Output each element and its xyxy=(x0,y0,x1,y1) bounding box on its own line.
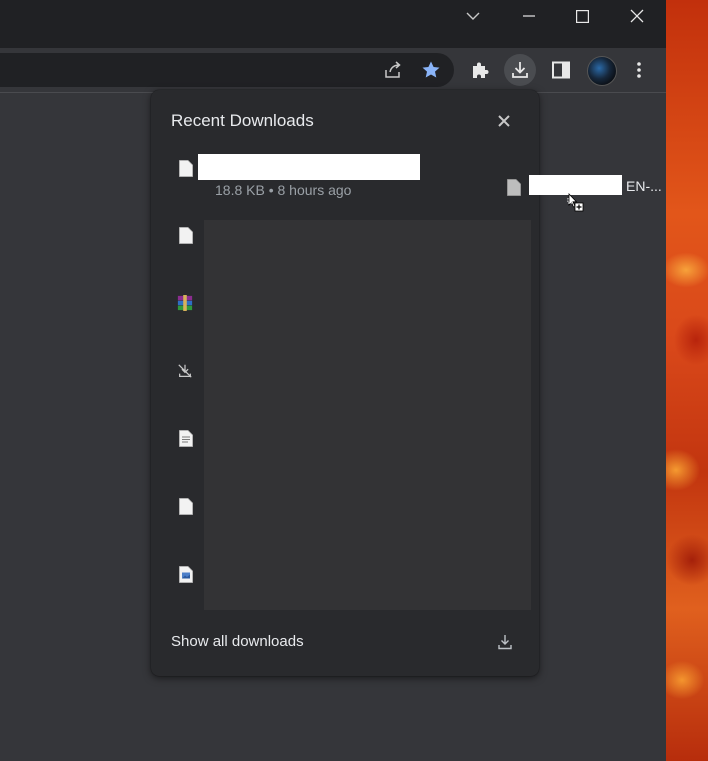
side-panel-button[interactable] xyxy=(545,54,577,86)
document-icon xyxy=(178,159,194,177)
bookmark-star-icon xyxy=(422,61,440,78)
maximize-icon xyxy=(575,9,589,23)
bookmark-button[interactable] xyxy=(415,54,447,86)
download-icon xyxy=(498,635,512,650)
tab-search-button[interactable] xyxy=(450,0,496,32)
document-icon xyxy=(506,178,522,196)
browser-window: Recent Downloads 18.8 KB • 8 hours ago S… xyxy=(0,0,667,761)
chevron-down-icon xyxy=(466,12,480,20)
redacted-download-list xyxy=(204,220,531,610)
toolbar xyxy=(0,48,666,93)
close-icon xyxy=(630,9,644,23)
title-bar xyxy=(0,0,666,48)
maximize-button[interactable] xyxy=(559,0,605,32)
copy-cursor-icon xyxy=(567,193,584,212)
profile-avatar[interactable] xyxy=(587,56,617,86)
chrome-menu-button[interactable] xyxy=(623,54,655,86)
redacted-filename xyxy=(529,175,622,195)
share-button[interactable] xyxy=(377,54,409,86)
download-meta: 18.8 KB • 8 hours ago xyxy=(215,182,352,198)
bubble-title: Recent Downloads xyxy=(171,111,314,130)
drag-ghost: EN-... xyxy=(506,175,666,199)
side-panel-icon xyxy=(552,61,570,79)
redacted-filename xyxy=(198,154,420,180)
extensions-icon xyxy=(473,62,489,78)
open-downloads-button[interactable] xyxy=(495,632,515,652)
text-document-icon[interactable] xyxy=(178,429,194,447)
drag-filename-suffix: EN-... xyxy=(626,178,662,194)
downloads-bubble: Recent Downloads 18.8 KB • 8 hours ago S… xyxy=(151,90,539,676)
blocked-download-icon[interactable] xyxy=(177,362,193,380)
show-all-downloads-link[interactable]: Show all downloads xyxy=(171,633,304,650)
desktop-wallpaper xyxy=(666,0,708,761)
image-document-icon[interactable] xyxy=(178,565,194,583)
download-icon xyxy=(512,62,528,78)
document-icon[interactable] xyxy=(178,497,194,515)
minimize-icon xyxy=(523,15,535,17)
bubble-footer: Show all downloads xyxy=(151,610,539,676)
document-icon[interactable] xyxy=(178,226,194,244)
close-icon xyxy=(498,115,510,127)
address-bar[interactable] xyxy=(0,53,454,87)
close-window-button[interactable] xyxy=(614,0,660,32)
winrar-archive-icon[interactable] xyxy=(177,294,193,312)
share-icon xyxy=(385,61,401,78)
close-bubble-button[interactable] xyxy=(493,110,515,132)
extensions-button[interactable] xyxy=(464,54,496,86)
downloads-button[interactable] xyxy=(504,54,536,86)
minimize-button[interactable] xyxy=(506,0,552,32)
menu-icon xyxy=(637,62,641,78)
